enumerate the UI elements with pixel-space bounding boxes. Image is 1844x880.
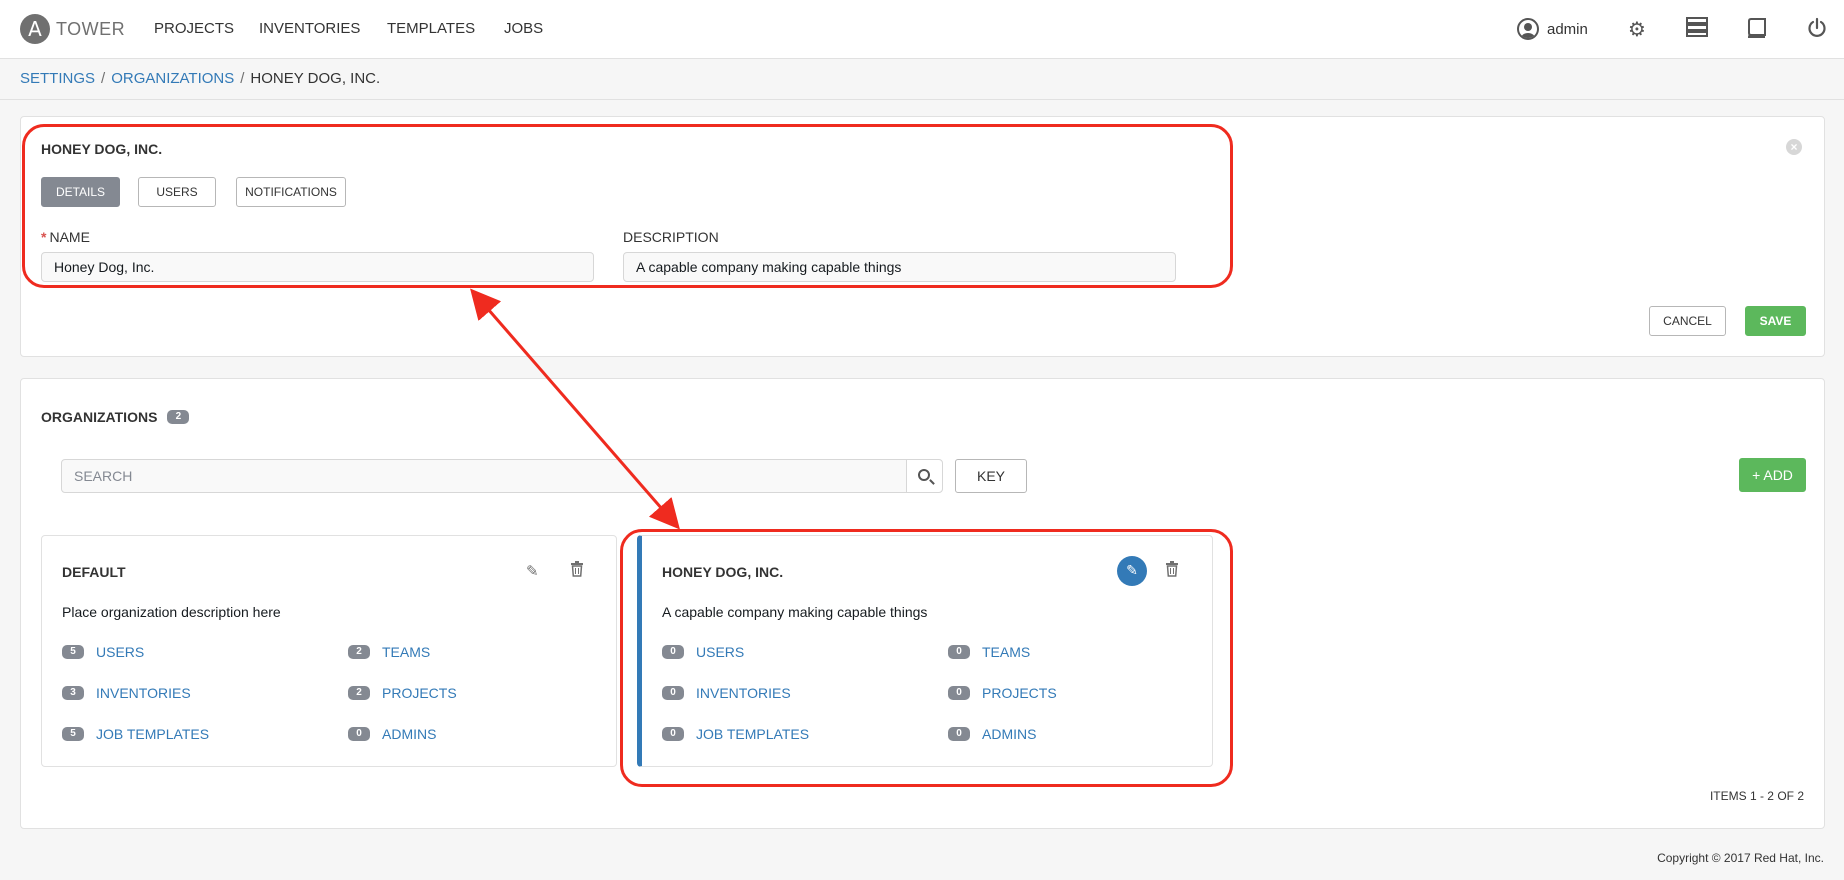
stat-label[interactable]: TEAMS [382, 644, 430, 660]
server-icon[interactable] [1685, 17, 1709, 41]
stat-users[interactable]: 0 USERS [662, 644, 744, 660]
pagination-items-count: ITEMS 1 - 2 OF 2 [1709, 789, 1804, 803]
breadcrumb-settings[interactable]: SETTINGS [20, 70, 95, 87]
close-icon[interactable]: × [1786, 139, 1802, 155]
stat-count: 3 [62, 686, 84, 700]
trash-icon[interactable] [1165, 561, 1179, 582]
pencil-icon[interactable]: ✎ [1117, 556, 1147, 586]
book-icon[interactable] [1745, 17, 1769, 41]
stat-count: 0 [348, 727, 370, 741]
stat-admins[interactable]: 0 ADMINS [348, 726, 436, 742]
search-input[interactable] [62, 460, 908, 492]
organizations-list-panel: ORGANIZATIONS 2 KEY + ADD DEFAULT ✎ Plac… [20, 378, 1825, 829]
name-field[interactable]: Honey Dog, Inc. [41, 252, 594, 282]
card-title: HONEY DOG, INC. [662, 564, 784, 580]
breadcrumb-organizations[interactable]: ORGANIZATIONS [111, 70, 234, 87]
list-header: ORGANIZATIONS 2 [41, 409, 190, 425]
stat-job-templates[interactable]: 5 JOB TEMPLATES [62, 726, 209, 742]
stat-teams[interactable]: 0 TEAMS [948, 644, 1030, 660]
search-box [61, 459, 943, 493]
stat-projects[interactable]: 2 PROJECTS [348, 685, 457, 701]
stat-inventories[interactable]: 3 INVENTORIES [62, 685, 191, 701]
description-field[interactable]: A capable company making capable things [623, 252, 1176, 282]
save-button[interactable]: SAVE [1745, 306, 1806, 336]
stat-count: 0 [948, 686, 970, 700]
organization-card-default: DEFAULT ✎ Place organization description… [41, 535, 617, 767]
stat-projects[interactable]: 0 PROJECTS [948, 685, 1057, 701]
nav-user-menu[interactable]: admin [1517, 18, 1588, 40]
stat-label[interactable]: INVENTORIES [696, 685, 791, 701]
nav-inventories[interactable]: INVENTORIES [259, 20, 360, 37]
required-marker: * [41, 229, 47, 245]
top-navbar: A TOWER PROJECTS INVENTORIES TEMPLATES J… [0, 0, 1844, 59]
stat-label[interactable]: USERS [696, 644, 744, 660]
organization-card-honey-dog: HONEY DOG, INC. ✎ A capable company maki… [637, 535, 1213, 767]
organization-form-panel: HONEY DOG, INC. × DETAILS USERS NOTIFICA… [20, 116, 1825, 357]
brand-name[interactable]: TOWER [56, 19, 125, 40]
stat-inventories[interactable]: 0 INVENTORIES [662, 685, 791, 701]
stat-count: 0 [948, 727, 970, 741]
stat-label[interactable]: PROJECTS [982, 685, 1057, 701]
tab-users[interactable]: USERS [138, 177, 216, 207]
copyright-text: Copyright © 2017 Red Hat, Inc. [1657, 851, 1824, 865]
tab-details[interactable]: DETAILS [41, 177, 120, 207]
user-icon [1517, 18, 1539, 40]
search-icon [918, 469, 930, 481]
stat-count: 0 [662, 686, 684, 700]
stat-count: 0 [662, 645, 684, 659]
stat-count: 2 [348, 686, 370, 700]
organizations-count-badge: 2 [167, 410, 190, 424]
breadcrumb-divider [0, 99, 1844, 100]
name-label-text: NAME [49, 229, 90, 245]
description-label: DESCRIPTION [623, 229, 719, 245]
stat-admins[interactable]: 0 ADMINS [948, 726, 1036, 742]
nav-projects[interactable]: PROJECTS [154, 20, 234, 37]
key-button[interactable]: KEY [955, 459, 1027, 493]
stat-count: 0 [948, 645, 970, 659]
stat-label[interactable]: JOB TEMPLATES [96, 726, 209, 742]
ansible-logo-icon[interactable]: A [20, 14, 50, 44]
card-description: A capable company making capable things [662, 604, 928, 620]
pencil-icon[interactable]: ✎ [526, 561, 539, 581]
stat-label[interactable]: TEAMS [982, 644, 1030, 660]
form-title: HONEY DOG, INC. [41, 141, 163, 157]
nav-templates[interactable]: TEMPLATES [387, 20, 475, 37]
cancel-button[interactable]: CANCEL [1649, 306, 1726, 336]
nav-username: admin [1547, 20, 1588, 38]
breadcrumb-current: HONEY DOG, INC. [250, 70, 381, 87]
stat-job-templates[interactable]: 0 JOB TEMPLATES [662, 726, 809, 742]
stat-label[interactable]: PROJECTS [382, 685, 457, 701]
power-icon[interactable] [1805, 17, 1829, 41]
nav-jobs[interactable]: JOBS [504, 20, 543, 37]
stat-label[interactable]: ADMINS [982, 726, 1036, 742]
stat-label[interactable]: USERS [96, 644, 144, 660]
stat-count: 5 [62, 645, 84, 659]
stat-label[interactable]: INVENTORIES [96, 685, 191, 701]
stat-label[interactable]: JOB TEMPLATES [696, 726, 809, 742]
name-label: * NAME [41, 229, 90, 245]
stat-count: 0 [662, 727, 684, 741]
card-title: DEFAULT [62, 564, 126, 580]
stat-users[interactable]: 5 USERS [62, 644, 144, 660]
stat-teams[interactable]: 2 TEAMS [348, 644, 430, 660]
gear-icon[interactable]: ⚙ [1625, 17, 1649, 41]
add-button[interactable]: + ADD [1739, 458, 1806, 492]
search-button[interactable] [906, 460, 942, 492]
stat-count: 2 [348, 645, 370, 659]
stat-label[interactable]: ADMINS [382, 726, 436, 742]
stat-count: 5 [62, 727, 84, 741]
tab-notifications[interactable]: NOTIFICATIONS [236, 177, 346, 207]
list-title: ORGANIZATIONS [41, 409, 158, 425]
trash-icon[interactable] [570, 561, 584, 582]
breadcrumb: SETTINGS / ORGANIZATIONS / HONEY DOG, INC. [20, 70, 381, 87]
card-description: Place organization description here [62, 604, 281, 620]
